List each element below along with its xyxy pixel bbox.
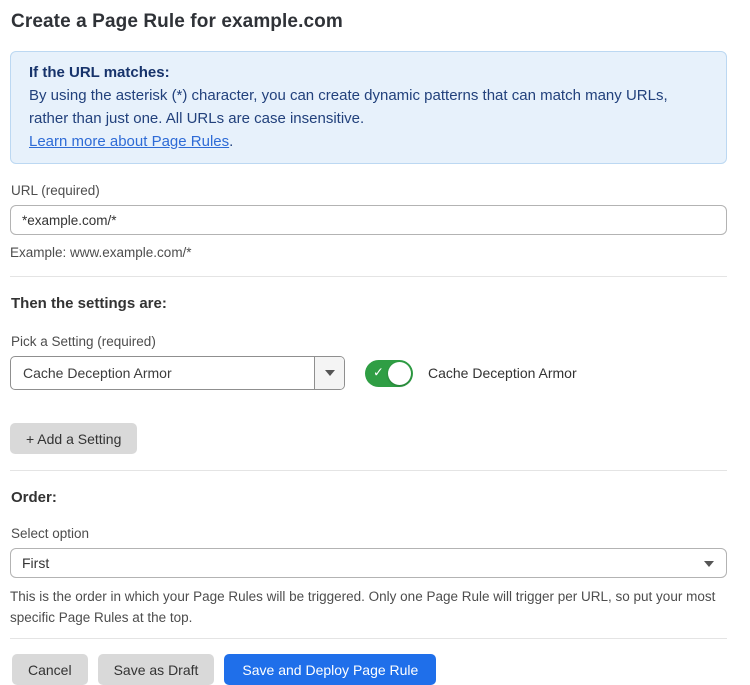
info-box-body: By using the asterisk (*) character, you… bbox=[29, 84, 708, 130]
settings-section-heading: Then the settings are: bbox=[11, 295, 727, 312]
order-select-value: First bbox=[22, 555, 49, 571]
page-title: Create a Page Rule for example.com bbox=[11, 11, 727, 33]
url-field-helper: Example: www.example.com/* bbox=[10, 242, 727, 263]
setting-picker-label: Pick a Setting (required) bbox=[11, 334, 727, 349]
divider bbox=[10, 276, 727, 277]
setting-dropdown-value: Cache Deception Armor bbox=[11, 357, 314, 389]
link-suffix: . bbox=[229, 133, 233, 150]
cache-deception-armor-toggle[interactable]: ✓ bbox=[365, 360, 413, 387]
save-and-deploy-button[interactable]: Save and Deploy Page Rule bbox=[224, 654, 436, 685]
info-box-heading: If the URL matches: bbox=[29, 61, 708, 84]
order-select-label: Select option bbox=[11, 526, 727, 541]
url-field-label: URL (required) bbox=[11, 183, 727, 198]
setting-toggle-group: ✓ Cache Deception Armor bbox=[365, 360, 577, 387]
setting-dropdown[interactable]: Cache Deception Armor bbox=[10, 356, 345, 390]
save-as-draft-button[interactable]: Save as Draft bbox=[98, 654, 215, 685]
create-page-rule-form: Create a Page Rule for example.com If th… bbox=[0, 0, 750, 685]
cancel-button[interactable]: Cancel bbox=[12, 654, 88, 685]
chevron-down-icon bbox=[704, 561, 714, 567]
toggle-label: Cache Deception Armor bbox=[428, 365, 577, 381]
order-section-heading: Order: bbox=[11, 489, 727, 506]
footer-actions: Cancel Save as Draft Save and Deploy Pag… bbox=[12, 654, 727, 685]
learn-more-link[interactable]: Learn more about Page Rules bbox=[29, 133, 229, 150]
divider bbox=[10, 470, 727, 471]
chevron-down-icon bbox=[325, 370, 335, 376]
info-box-link-line: Learn more about Page Rules. bbox=[29, 130, 708, 153]
order-select[interactable]: First bbox=[10, 548, 727, 578]
setting-picker-row: Cache Deception Armor ✓ Cache Deception … bbox=[10, 356, 727, 390]
check-icon: ✓ bbox=[373, 365, 384, 381]
add-setting-button[interactable]: + Add a Setting bbox=[10, 423, 137, 454]
order-helper-text: This is the order in which your Page Rul… bbox=[10, 586, 727, 628]
url-input[interactable] bbox=[10, 205, 727, 235]
url-match-info-box: If the URL matches: By using the asteris… bbox=[10, 51, 727, 164]
divider bbox=[10, 638, 727, 639]
toggle-knob bbox=[388, 362, 411, 385]
setting-dropdown-caret-button[interactable] bbox=[314, 357, 344, 389]
